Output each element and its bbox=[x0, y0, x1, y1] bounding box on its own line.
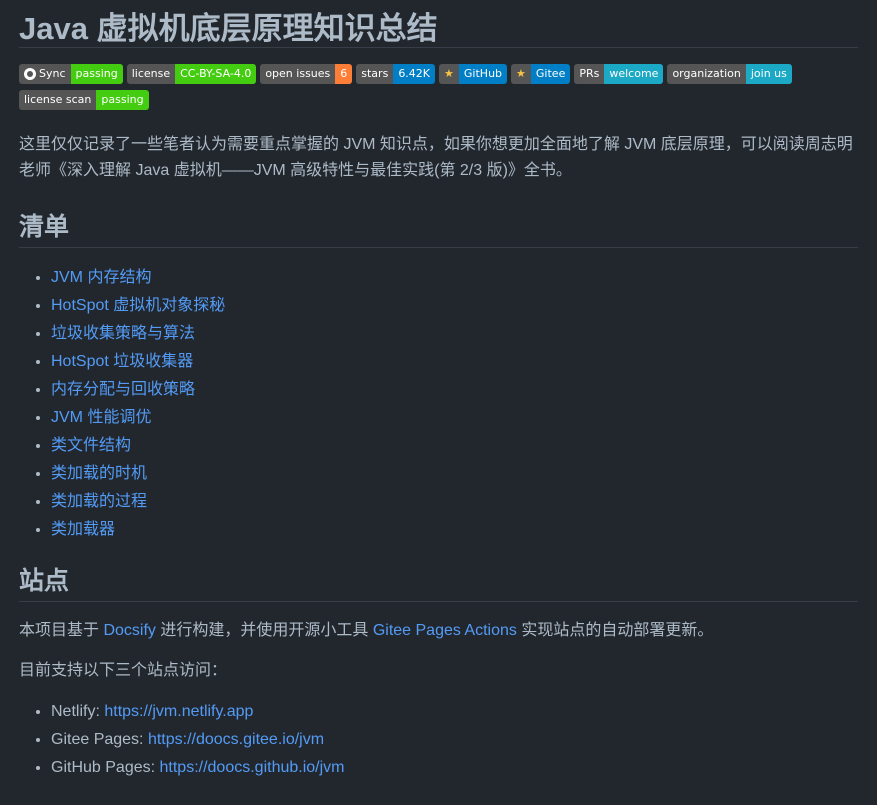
gitee-pages-link[interactable]: https://doocs.gitee.io/jvm bbox=[148, 731, 324, 748]
list-item: 类加载器 bbox=[51, 516, 858, 544]
intro-paragraph: 这里仅仅记录了一些笔者认为需要重点掌握的 JVM 知识点，如果你想更加全面地了解… bbox=[19, 136, 853, 179]
toc-link[interactable]: 垃圾收集策略与算法 bbox=[51, 325, 195, 342]
badge-prs[interactable]: PRs welcome bbox=[574, 64, 664, 84]
star-icon: ★ bbox=[444, 67, 454, 80]
list-item: 垃圾收集策略与算法 bbox=[51, 320, 858, 348]
star-icon: ★ bbox=[516, 67, 526, 80]
badge-license[interactable]: license CC-BY-SA-4.0 bbox=[126, 64, 257, 84]
toc-link[interactable]: HotSpot 垃圾收集器 bbox=[51, 353, 193, 370]
toc-link[interactable]: 类加载的时机 bbox=[51, 465, 147, 482]
list-item: GitHub Pages: https://doocs.github.io/jv… bbox=[51, 754, 858, 782]
toc-link[interactable]: 类加载的过程 bbox=[51, 493, 147, 510]
list-item: 类加载的过程 bbox=[51, 488, 858, 516]
badge-sync[interactable]: Sync passing bbox=[19, 64, 123, 84]
docsify-link[interactable]: Docsify bbox=[103, 622, 155, 639]
readme-content: Java 虚拟机底层原理知识总结 Sync passing license CC… bbox=[0, 0, 877, 782]
list-item: JVM 内存结构 bbox=[51, 264, 858, 292]
list-item: HotSpot 垃圾收集器 bbox=[51, 348, 858, 376]
section-heading-site: 站点 bbox=[19, 566, 858, 602]
list-item: HotSpot 虚拟机对象探秘 bbox=[51, 292, 858, 320]
toc-link[interactable]: HotSpot 虚拟机对象探秘 bbox=[51, 297, 225, 314]
toc-list: JVM 内存结构 HotSpot 虚拟机对象探秘 垃圾收集策略与算法 HotSp… bbox=[19, 264, 858, 544]
github-icon bbox=[24, 68, 36, 80]
site-list: Netlify: https://jvm.netlify.app Gitee P… bbox=[19, 698, 858, 782]
list-item: Gitee Pages: https://doocs.gitee.io/jvm bbox=[51, 726, 858, 754]
badge-stars[interactable]: stars 6.42K bbox=[356, 64, 436, 84]
list-item: Netlify: https://jvm.netlify.app bbox=[51, 698, 858, 726]
badge-license-scan[interactable]: license scan passing bbox=[19, 90, 149, 110]
netlify-link[interactable]: https://jvm.netlify.app bbox=[104, 703, 253, 720]
toc-link[interactable]: 内存分配与回收策略 bbox=[51, 381, 195, 398]
list-item: 类文件结构 bbox=[51, 432, 858, 460]
list-item: 类加载的时机 bbox=[51, 460, 858, 488]
toc-link[interactable]: 类文件结构 bbox=[51, 437, 131, 454]
list-item: JVM 性能调优 bbox=[51, 404, 858, 432]
toc-link[interactable]: JVM 性能调优 bbox=[51, 409, 151, 426]
list-item: 内存分配与回收策略 bbox=[51, 376, 858, 404]
page-title: Java 虚拟机底层原理知识总结 bbox=[19, 0, 858, 48]
badge-gitee[interactable]: ★ Gitee bbox=[511, 64, 571, 84]
section-heading-list: 清单 bbox=[19, 212, 858, 248]
toc-link[interactable]: 类加载器 bbox=[51, 521, 115, 538]
badge-open-issues[interactable]: open issues 6 bbox=[260, 64, 353, 84]
site-paragraph: 本项目基于 Docsify 进行构建，并使用开源小工具 Gitee Pages … bbox=[19, 622, 714, 639]
badge-organization[interactable]: organization join us bbox=[667, 64, 792, 84]
badge-github[interactable]: ★ GitHub bbox=[439, 64, 508, 84]
sites-intro: 目前支持以下三个站点访问： bbox=[19, 662, 228, 679]
gitee-pages-actions-link[interactable]: Gitee Pages Actions bbox=[373, 622, 517, 639]
toc-link[interactable]: JVM 内存结构 bbox=[51, 269, 151, 286]
badge-row: Sync passing license CC-BY-SA-4.0 open i… bbox=[19, 64, 819, 116]
github-pages-link[interactable]: https://doocs.github.io/jvm bbox=[160, 759, 345, 776]
